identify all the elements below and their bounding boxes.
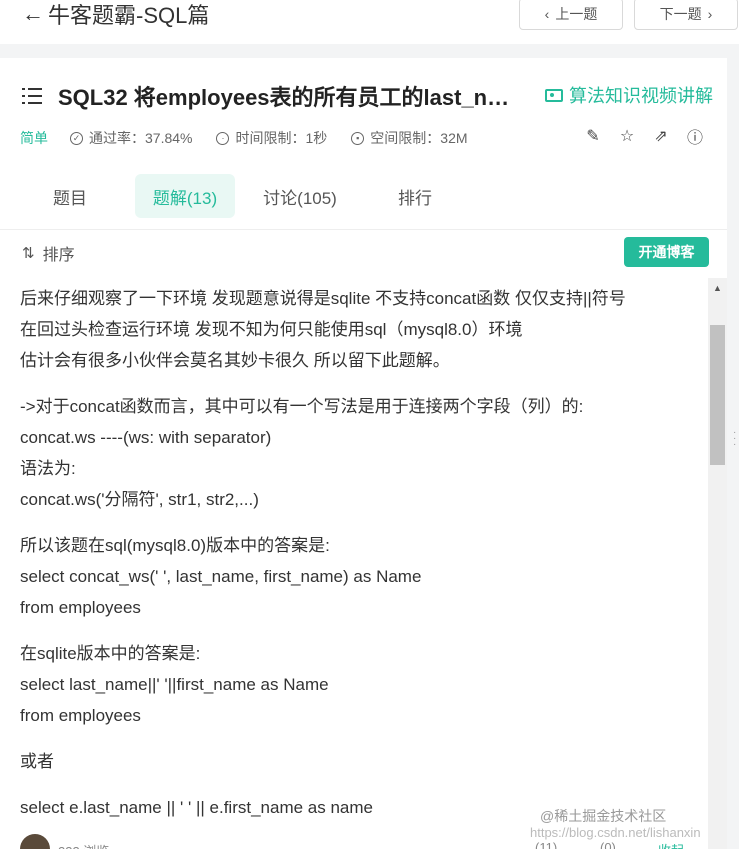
tab-discussion[interactable]: 讨论(105) [250,174,350,218]
space-limit: ▪ 空间限制：32M [351,128,468,148]
scrollbar[interactable]: ▲ [708,278,727,849]
more-dots-icon: · · · [733,427,737,450]
content-paragraph: 在sqlite版本中的答案是: select last_name||' '||fi… [20,638,700,731]
time-limit: · 时间限制：1秒 [216,128,327,148]
question-title: SQL32 将employees表的所有员工的last_n… [58,85,510,110]
tab-bar: 题目 题解(13) 讨论(105) 排行 [0,174,727,230]
clock-icon: · [216,131,230,145]
content-paragraph: ->对于concat函数而言，其中可以有一个写法是用于连接两个字段（列）的: co… [20,391,700,515]
next-label: 下一题 [659,6,702,22]
pass-rate-text: 通过率：37.84% [89,130,193,146]
collapse-link[interactable]: 收起 [658,840,684,849]
video-explanation-link[interactable]: 算法知识视频讲解 [545,82,713,108]
video-label: 算法知识视频讲解 [569,86,713,106]
content-line: concat.ws ----(ws: with separator) [20,428,272,447]
sort-bar: ⇅ 排序 开通博客 [0,231,727,273]
like-count[interactable]: (11) [535,840,557,849]
tab-problem[interactable]: 题目 [32,174,108,218]
list-icon[interactable] [22,88,42,104]
chevron-left-icon: ‹ [544,6,550,22]
tab-ranking[interactable]: 排行 [380,174,450,218]
content-line: 或者 [20,752,54,771]
content-line: 后来仔细观察了一下环境 发现题意说得是sqlite 不支持concat函数 仅仅… [20,289,626,308]
juejin-watermark: @稀土掘金技术社区 [540,808,667,824]
next-question-button[interactable]: 下一题 › [634,0,738,30]
back-arrow-icon: ← [22,1,44,26]
top-bar: ← 牛客题霸-SQL篇 ‹ 上一题 下一题 › [0,0,739,44]
star-icon[interactable]: ☆ [618,127,636,145]
solution-content: 后来仔细观察了一下环境 发现题意说得是sqlite 不支持concat函数 仅仅… [20,283,700,838]
content-paragraph: 或者 [20,746,700,777]
space-limit-text: 空间限制：32M [370,130,468,146]
chip-icon: ▪ [351,131,365,145]
scroll-up-arrow-icon[interactable]: ▲ [708,282,727,294]
prev-question-button[interactable]: ‹ 上一题 [519,0,623,30]
back-label: 牛客题霸-SQL篇 [48,3,210,28]
sort-label: 排序 [42,247,75,264]
open-blog-button[interactable]: 开通博客 [624,237,709,267]
question-title-row: SQL32 将employees表的所有员工的last_n… [22,80,509,112]
content-line: select last_name||' '||first_name as Nam… [20,675,329,694]
csdn-url-watermark: https://blog.csdn.net/lishanxin [530,825,701,840]
content-line: 在回过头检查运行环境 发现不知为何只能使用sql（mysql8.0）环境 [20,320,523,339]
content-line: select concat_ws(' ', last_name, first_n… [20,567,422,586]
content-paragraph: 所以该题在sql(mysql8.0)版本中的答案是: select concat_… [20,530,700,623]
chevron-right-icon: › [707,6,713,22]
prev-label: 上一题 [555,6,598,22]
content-line: concat.ws('分隔符', str1, str2,...) [20,490,259,509]
share-icon[interactable]: ⇗ [652,127,670,145]
comment-count[interactable]: (0) [600,840,616,849]
content-line: 语法为: [20,459,76,478]
info-icon[interactable]: ⓘ [686,127,704,147]
content-line: 所以该题在sql(mysql8.0)版本中的答案是: [20,536,330,555]
content-line: from employees [20,706,141,725]
solution-footer: 233 浏览 https://blog.csdn.net/lishanxin @… [20,808,720,849]
content-line: from employees [20,598,141,617]
question-tools: ✎ ☆ ⇗ ⓘ [584,127,704,147]
scrollbar-thumb[interactable] [710,325,725,465]
edit-icon[interactable]: ✎ [584,127,602,145]
difficulty-badge: 简单 [20,130,48,146]
tab-solutions[interactable]: 题解(13) [135,174,235,218]
content-line: 估计会有很多小伙伴会莫名其妙卡很久 所以留下此题解。 [20,351,450,370]
content-line: 在sqlite版本中的答案是: [20,644,201,663]
check-circle-icon: ✓ [70,131,83,145]
avatar[interactable] [20,834,50,849]
back-link[interactable]: ← 牛客题霸-SQL篇 [22,0,209,28]
question-meta: 简单 ✓ 通过率：37.84% · 时间限制：1秒 ▪ 空间限制：32M [20,128,492,148]
content-paragraph: 后来仔细观察了一下环境 发现题意说得是sqlite 不支持concat函数 仅仅… [20,283,700,376]
pass-rate: ✓ 通过率：37.84% [70,128,192,148]
time-limit-text: 时间限制：1秒 [235,130,328,146]
sort-button[interactable]: ⇅ 排序 [22,241,75,265]
view-count: 233 浏览 [58,841,109,849]
sort-icon: ⇅ [22,245,35,262]
video-icon [545,88,563,102]
content-line: ->对于concat函数而言，其中可以有一个写法是用于连接两个字段（列）的: [20,397,584,416]
